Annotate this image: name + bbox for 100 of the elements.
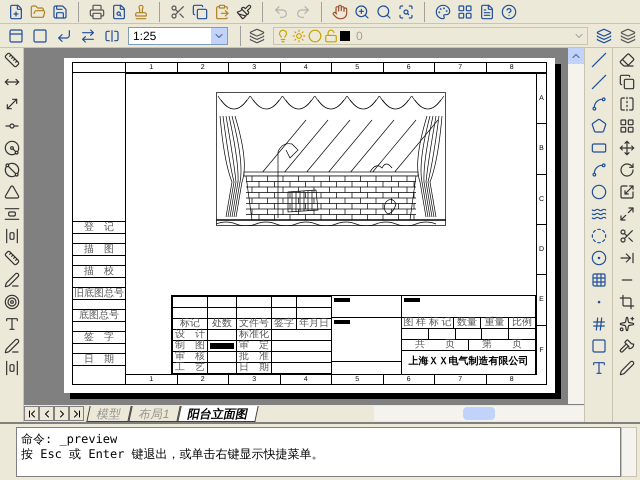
filled-block	[210, 343, 234, 349]
circle-icon	[308, 28, 322, 42]
layers-icon[interactable]	[249, 28, 265, 44]
command-scrollbar[interactable]	[621, 427, 637, 477]
title-block-cell-text: 第 页	[481, 340, 523, 350]
side-block-label: 旧底图总号	[74, 288, 124, 298]
printer-icon[interactable]	[89, 4, 105, 20]
crop-icon[interactable]	[618, 294, 634, 310]
layers-icon[interactable]	[596, 28, 612, 44]
title-block-cell: 数量	[454, 318, 482, 328]
save-icon[interactable]	[52, 4, 68, 20]
folder-icon[interactable]	[30, 4, 46, 20]
move-icon[interactable]	[618, 140, 634, 156]
help-icon[interactable]	[501, 4, 517, 20]
ruler-icon[interactable]	[4, 52, 20, 68]
triangle-icon[interactable]	[4, 184, 20, 200]
document-icon[interactable]	[479, 4, 495, 20]
title-block-cell: 审 定	[236, 340, 272, 352]
command-window[interactable]: 命令: _preview 按 Esc 或 Enter 键退出，或单击右键显示快捷菜单。	[16, 427, 621, 477]
copy-icon[interactable]	[618, 74, 634, 90]
command-line-text: 按 Esc 或 Enter 键退出，或单击右键显示快捷菜单。	[21, 447, 325, 462]
side-block-label: 描 校	[84, 266, 114, 276]
layer-color-swatch	[340, 30, 350, 40]
unlock-icon	[324, 28, 338, 42]
title-block-cell: 设 计	[172, 330, 208, 340]
tab-nav-button[interactable]	[54, 406, 69, 421]
text-icon[interactable]	[590, 360, 606, 376]
copy-icon[interactable]	[192, 4, 208, 20]
arc-icon[interactable]	[590, 162, 606, 178]
square-icon[interactable]	[590, 338, 606, 354]
circle-dot-icon[interactable]	[590, 250, 606, 266]
title-block-cell: 年月日	[296, 318, 332, 330]
pen-icon[interactable]	[4, 272, 20, 288]
grid-icon[interactable]	[457, 4, 473, 20]
curve-icon[interactable]	[590, 96, 606, 112]
side-block-label: 底图总号	[79, 310, 119, 320]
viewport-icon[interactable]	[8, 28, 24, 44]
company-name: 上海ＸＸ电气制造有限公司	[408, 357, 528, 367]
eraser-icon[interactable]	[618, 52, 634, 68]
zoom-icon[interactable]	[354, 4, 370, 20]
square-icon[interactable]	[32, 28, 48, 44]
line-icon[interactable]	[590, 74, 606, 90]
diagonal-arrow-icon[interactable]	[4, 96, 20, 112]
brush-icon[interactable]	[236, 4, 252, 20]
filled-block	[404, 298, 420, 302]
new-file-icon[interactable]	[8, 4, 24, 20]
title-block-cell: 共 页	[402, 340, 469, 350]
side-block-label: 签 字	[84, 332, 114, 342]
line-icon[interactable]	[590, 52, 606, 68]
horizontal-scrollbar[interactable]	[374, 406, 584, 421]
grid-icon[interactable]	[590, 272, 606, 288]
search-icon[interactable]	[376, 4, 392, 20]
command-line-text: 命令: _preview	[21, 432, 118, 447]
target-icon[interactable]	[4, 294, 20, 310]
layout-tab[interactable]: 阳台立面图	[176, 406, 258, 422]
scissors-icon[interactable]	[618, 228, 634, 244]
title-block-cell: 日 期	[236, 362, 272, 374]
tab-nav-button[interactable]	[39, 406, 54, 421]
pen-icon[interactable]	[618, 360, 634, 376]
cut-icon[interactable]	[170, 4, 186, 20]
filled-block	[334, 320, 350, 324]
text-icon[interactable]	[4, 316, 20, 332]
paste-icon[interactable]	[214, 4, 230, 20]
split-icon[interactable]	[104, 28, 120, 44]
circle-icon[interactable]	[590, 184, 606, 200]
diameter-icon[interactable]	[4, 162, 20, 178]
horizontal-spacing-icon[interactable]	[4, 360, 20, 376]
swap-icon[interactable]	[80, 28, 96, 44]
print-preview-icon[interactable]	[111, 4, 127, 20]
title-block-cell: 处数	[208, 318, 236, 330]
layers-icon[interactable]	[620, 28, 636, 44]
vertical-spacing-icon[interactable]	[4, 206, 20, 222]
title-block-cell: 制 图	[172, 340, 208, 352]
ruler-icon[interactable]	[4, 250, 20, 266]
tab-nav-button[interactable]	[69, 406, 84, 421]
side-block-label: 日 期	[84, 354, 114, 364]
palette-icon[interactable]	[435, 4, 451, 20]
side-block-label: 描 图	[84, 244, 114, 254]
title-block-cell: 工 艺	[172, 362, 208, 374]
sun-icon	[292, 28, 306, 42]
bulb-icon	[276, 28, 290, 42]
radius-icon[interactable]	[4, 140, 20, 156]
title-block-cell-text: 比例	[510, 318, 533, 328]
title-block-cell: 重量	[481, 318, 509, 328]
tab-nav-button[interactable]	[24, 406, 39, 421]
title-block-cell: 批 准	[236, 352, 272, 362]
horizontal-spacing-icon[interactable]	[4, 228, 20, 244]
stamp-icon[interactable]	[133, 4, 149, 20]
vertical-scrollbar[interactable]	[568, 48, 584, 404]
title-block-cell: 文件号	[236, 318, 272, 330]
pentagon-icon[interactable]	[590, 118, 606, 134]
title-block-cell: 标准化	[236, 330, 272, 340]
title-block-cell: 签字	[272, 318, 296, 330]
axe-icon[interactable]	[618, 338, 634, 354]
pan-icon[interactable]	[332, 4, 348, 20]
pen-icon[interactable]	[4, 338, 20, 354]
scale-dropdown[interactable]: 1:25	[128, 26, 228, 44]
rotate-icon[interactable]	[618, 162, 634, 178]
wave-icon[interactable]	[590, 206, 606, 222]
title-block-cell: 标记	[172, 318, 208, 330]
